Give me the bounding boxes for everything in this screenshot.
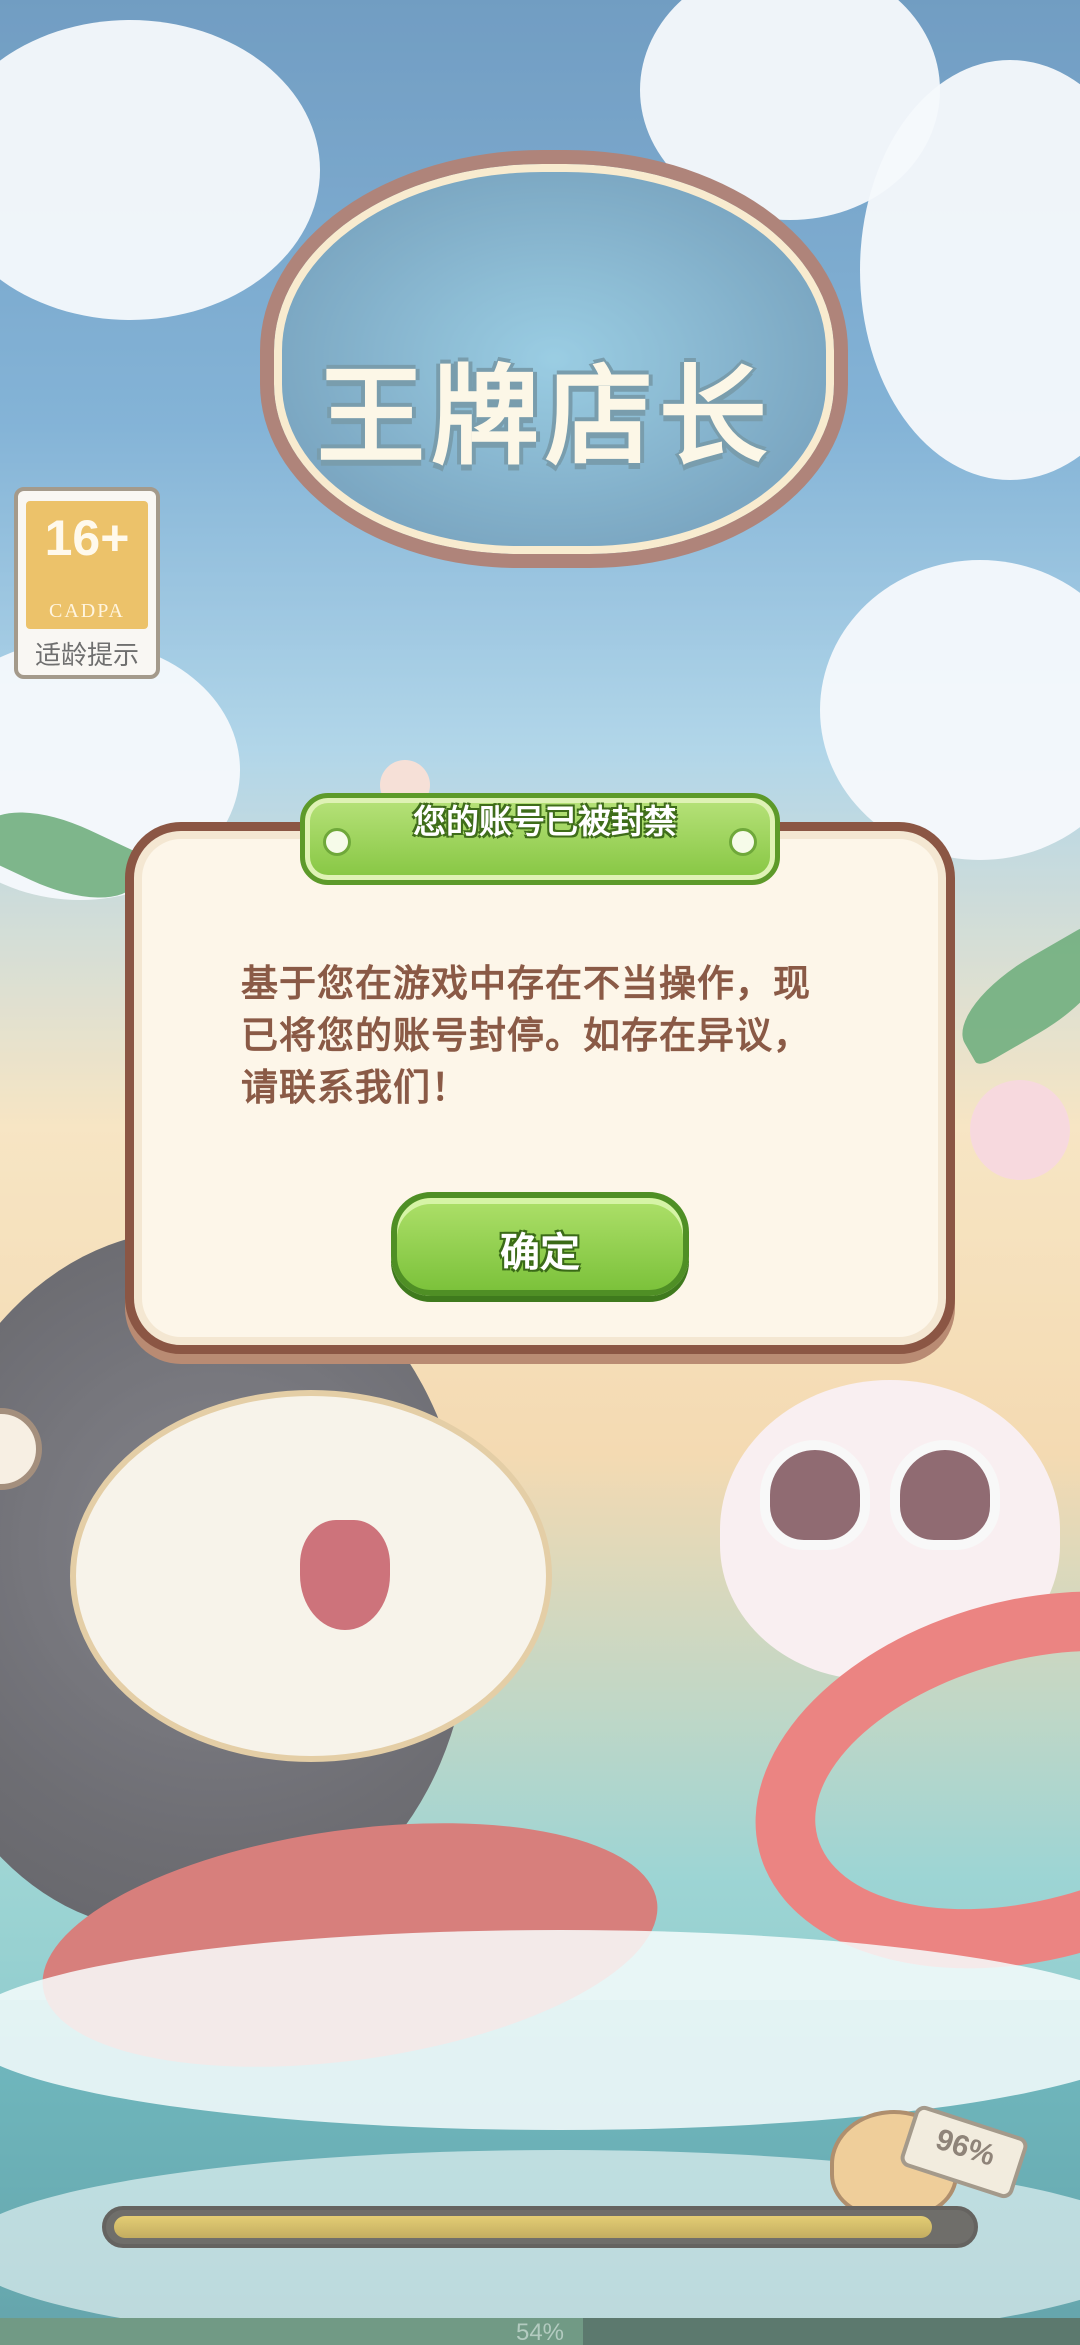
confirm-button-label: 确定 [500, 1230, 580, 1276]
dialog-title: 您的账号已被封禁 [413, 802, 677, 841]
dialog-message: 基于您在游戏中存在不当操作，现已将您的账号封停。如存在异议，请联系我们！ [241, 962, 811, 1109]
pin-icon [729, 828, 757, 856]
confirm-button[interactable]: 确定 [391, 1192, 689, 1296]
pin-icon [323, 828, 351, 856]
game-screen: 王牌店长 16+ CADPA 适龄提示 96% 54% 您的账号已被封禁 基于您… [0, 0, 1080, 2345]
dialog-title-bar: 您的账号已被封禁 [300, 793, 780, 885]
